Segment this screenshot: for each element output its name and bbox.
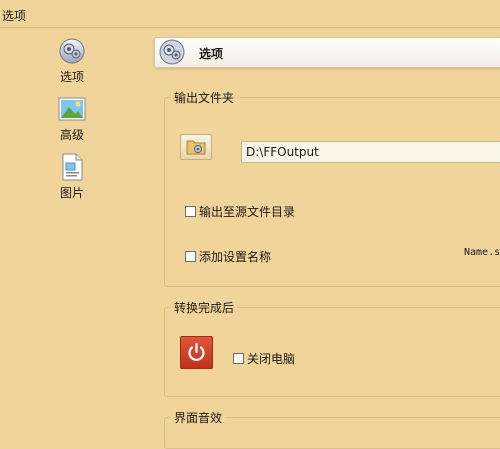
shutdown-checkbox[interactable]: 关闭电脑 [233, 350, 295, 367]
name-preview-text: Name.s [464, 247, 500, 258]
sidebar-item-options[interactable]: 选项 [42, 37, 102, 85]
window-title: 选项 [2, 9, 27, 23]
checkbox-box[interactable] [185, 251, 196, 262]
gear-options-icon [58, 37, 86, 65]
sidebar-item-advanced[interactable]: 高级 [42, 95, 102, 143]
folder-icon [181, 140, 211, 162]
landscape-picture-icon [58, 95, 86, 123]
after-convert-legend: 转换完成后 [171, 299, 238, 316]
shutdown-button[interactable] [180, 336, 213, 369]
output-to-source-checkbox[interactable]: 输出至源文件目录 [185, 203, 295, 220]
output-to-source-label: 输出至源文件目录 [199, 205, 296, 219]
checkbox-box[interactable] [185, 206, 196, 217]
gear-options-icon [158, 38, 186, 69]
sidebar-item-picture[interactable]: 图片 [42, 153, 102, 201]
sidebar-item-label: 高级 [59, 128, 84, 142]
sidebar-item-label: 图片 [59, 186, 84, 200]
power-icon [181, 342, 212, 371]
add-setting-name-label: 添加设置名称 [199, 250, 272, 264]
title-bar: 选项 [0, 0, 500, 28]
after-convert-group: 转换完成后 [164, 299, 500, 397]
document-picture-icon [58, 153, 86, 181]
checkbox-box[interactable] [233, 353, 244, 364]
sidebar-item-label: 选项 [59, 70, 84, 84]
section-header: 选项 [154, 37, 500, 68]
shutdown-label: 关闭电脑 [247, 352, 296, 366]
ui-sound-legend: 界面音效 [171, 409, 226, 426]
output-folder-legend: 输出文件夹 [171, 89, 238, 106]
add-setting-name-checkbox[interactable]: 添加设置名称 [185, 248, 271, 265]
ui-sound-group: 界面音效 [164, 409, 500, 449]
browse-folder-button[interactable] [180, 134, 212, 160]
section-title: 选项 [199, 47, 224, 61]
output-path-input[interactable] [241, 141, 500, 163]
